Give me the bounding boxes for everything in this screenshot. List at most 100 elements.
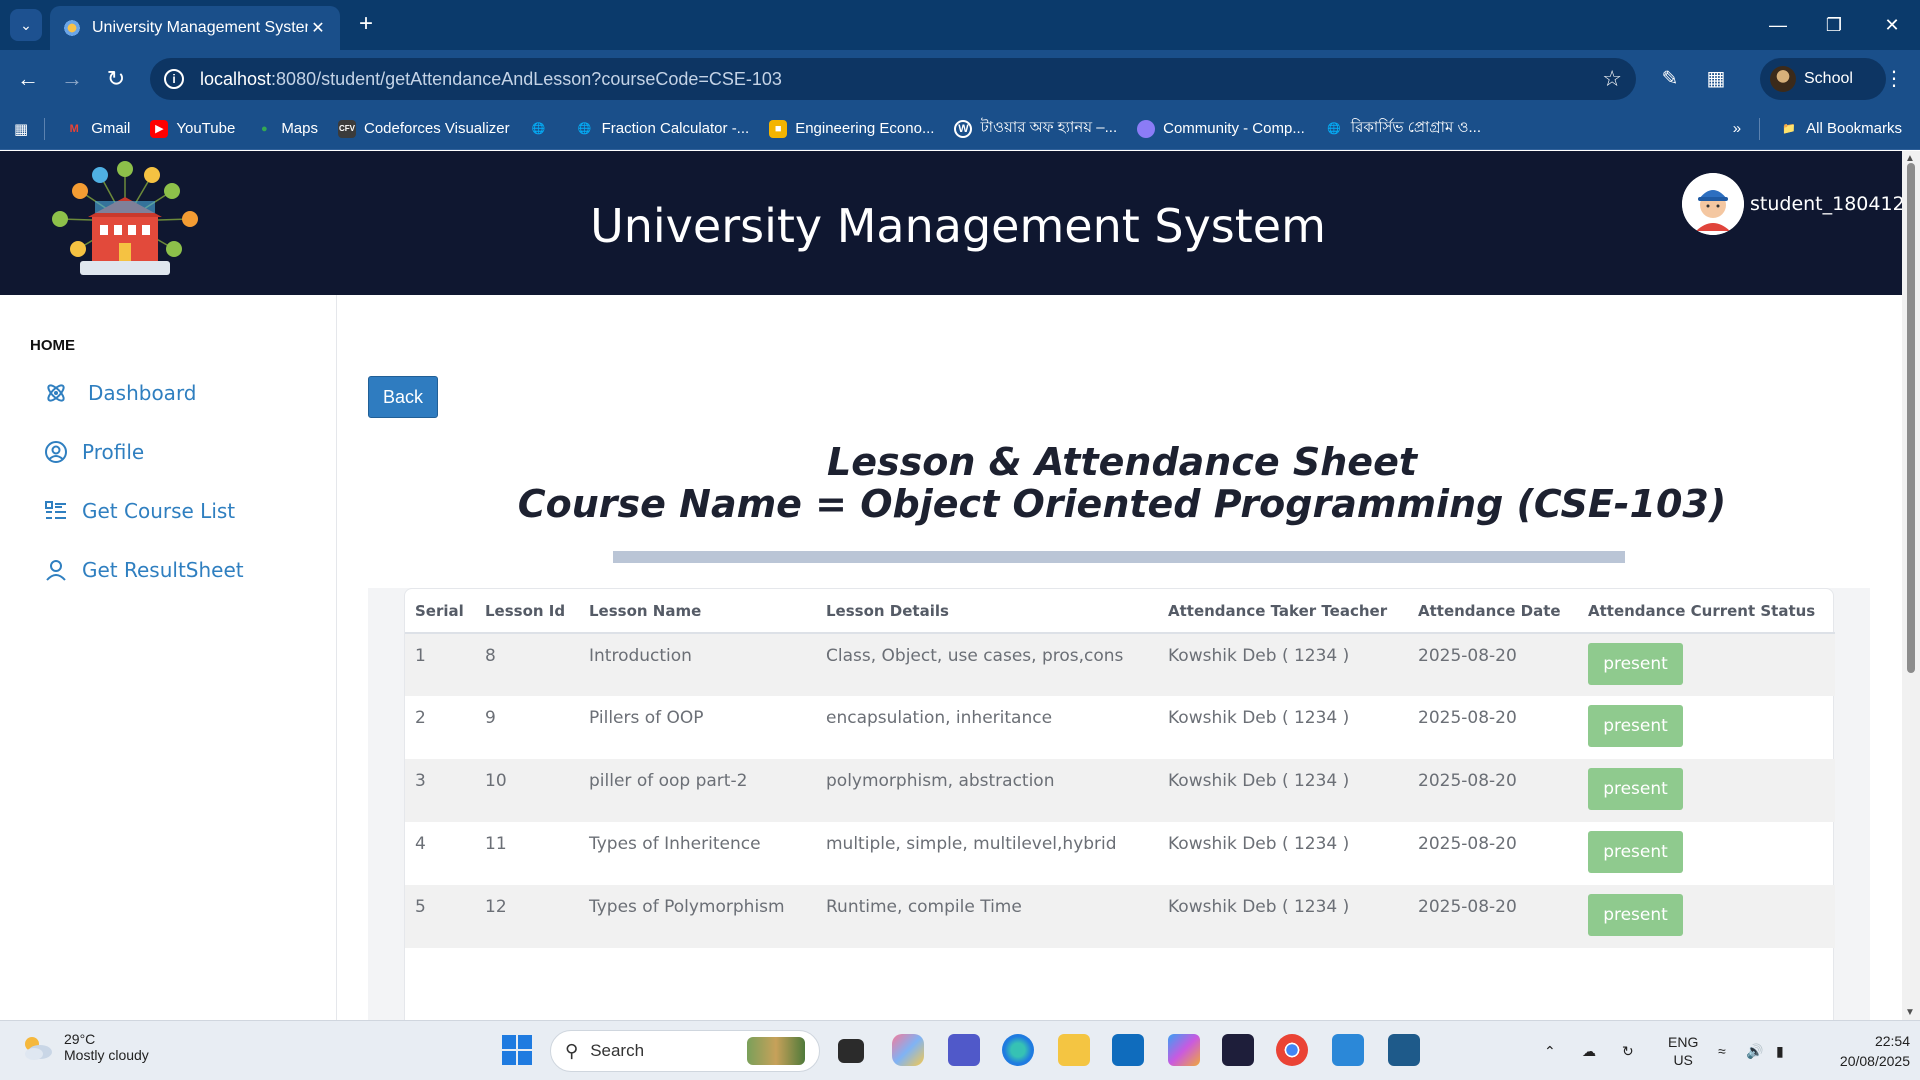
- bookmark-fraction-calculator[interactable]: 🌐 Fraction Calculator -...: [576, 120, 750, 138]
- bookmark-star-icon[interactable]: ☆: [1602, 66, 1622, 92]
- sidebar-item-dashboard[interactable]: Dashboard: [44, 381, 197, 405]
- attendance-table: Serial Lesson Id Lesson Name Lesson Deta…: [405, 589, 1835, 948]
- bookmark-community[interactable]: Community - Comp...: [1137, 119, 1305, 138]
- clock-time: 22:54: [1874, 1033, 1910, 1049]
- browser-toolbar: ← → ↻ i localhost:8080/student/getAttend…: [0, 50, 1920, 108]
- outlook-icon[interactable]: [1112, 1034, 1144, 1066]
- system-clock[interactable]: 22:54 20/08/2025: [1816, 1031, 1910, 1071]
- close-window-icon[interactable]: ✕: [1864, 0, 1920, 50]
- cell-date: 2025-08-20: [1418, 708, 1517, 728]
- windows-start-icon[interactable]: [502, 1035, 532, 1065]
- tab-close-icon[interactable]: ✕: [308, 18, 328, 38]
- bookmark-label: Community - Comp...: [1163, 120, 1305, 137]
- status-badge[interactable]: present: [1588, 768, 1683, 810]
- minimize-icon[interactable]: —: [1750, 0, 1806, 50]
- weather-temperature: 29°C: [64, 1031, 96, 1047]
- new-tab-plus-icon[interactable]: +: [352, 10, 380, 38]
- bookmark-recursive-program[interactable]: 🌐 রিকার্সিভ প্রোগ্রাম ও...: [1325, 116, 1481, 141]
- scrollbar-thumb[interactable]: [1907, 163, 1915, 673]
- volume-icon[interactable]: 🔊: [1746, 1021, 1763, 1080]
- cell-lesson-id: 12: [475, 885, 579, 948]
- chrome-icon[interactable]: [1276, 1034, 1308, 1066]
- search-icon: ⚲: [565, 1040, 579, 1061]
- cell-lesson-name: Types of Inheritence: [589, 834, 761, 854]
- cell-teacher: Kowshik Deb ( 1234 ): [1158, 633, 1408, 696]
- back-arrow-icon[interactable]: ←: [12, 63, 44, 95]
- more-bookmarks-chevron-icon[interactable]: »: [1733, 120, 1741, 137]
- cell-lesson-details: polymorphism, abstraction: [816, 759, 1158, 822]
- eyedropper-icon[interactable]: ✎: [1654, 63, 1686, 95]
- task-view-icon[interactable]: [838, 1039, 864, 1063]
- sidebar-item-label: Profile: [82, 440, 145, 464]
- input-language[interactable]: ENG US: [1668, 1021, 1698, 1080]
- taskbar-search[interactable]: ⚲ Search: [550, 1030, 820, 1072]
- wifi-icon[interactable]: ≈: [1718, 1021, 1726, 1080]
- intellij-icon[interactable]: [1222, 1034, 1254, 1066]
- forward-arrow-icon[interactable]: →: [56, 63, 88, 95]
- cell-lesson-details: multiple, simple, multilevel,hybrid: [826, 834, 1117, 854]
- bookmark-youtube[interactable]: ▶ YouTube: [150, 119, 235, 138]
- maps-pin-icon: ●: [260, 122, 268, 135]
- sync-icon[interactable]: ↻: [1622, 1021, 1634, 1080]
- back-button[interactable]: Back: [368, 376, 438, 418]
- page-scrollbar[interactable]: ▲ ▼: [1902, 151, 1920, 1020]
- youtube-icon: ▶: [150, 119, 169, 138]
- region-label: US: [1673, 1052, 1693, 1068]
- bookmark-label: Gmail: [91, 120, 131, 137]
- username: student_1804120: [1750, 193, 1902, 215]
- cfv-icon: CFV: [338, 119, 356, 138]
- status-badge[interactable]: present: [1588, 705, 1683, 747]
- edge-icon[interactable]: [1002, 1034, 1034, 1066]
- list-icon: [45, 501, 66, 519]
- sidebar-item-course-list[interactable]: Get Course List: [44, 499, 235, 523]
- folder-icon: 📁: [1782, 123, 1796, 135]
- status-badge[interactable]: present: [1588, 643, 1683, 685]
- restore-icon[interactable]: ❐: [1806, 0, 1862, 50]
- file-explorer-icon[interactable]: [1058, 1034, 1090, 1066]
- sheet-title-line1: Lesson & Attendance Sheet: [826, 440, 1418, 484]
- address-bar[interactable]: i localhost:8080/student/getAttendanceAn…: [150, 58, 1636, 100]
- cell-serial: 5: [405, 885, 475, 948]
- clock-date: 20/08/2025: [1839, 1053, 1910, 1069]
- photos-icon[interactable]: [1332, 1034, 1364, 1066]
- weather-widget[interactable]: 29°C Mostly cloudy: [20, 1031, 149, 1063]
- user-circle-icon: [45, 441, 67, 463]
- active-tab[interactable]: University Management System ✕: [50, 6, 340, 50]
- mysql-workbench-icon[interactable]: [1388, 1034, 1420, 1066]
- bookmark-tower-of-hanoi[interactable]: W টাওয়ার অফ হ্যানয় –...: [954, 116, 1117, 141]
- bookmark-label: Codeforces Visualizer: [364, 120, 510, 137]
- title-divider: [613, 551, 1625, 563]
- extensions-puzzle-icon[interactable]: ▦: [1700, 63, 1732, 95]
- sidebar-item-profile[interactable]: Profile: [44, 440, 144, 464]
- cell-lesson-details: encapsulation, inheritance: [826, 708, 1053, 728]
- bookmarks-bar: ▦ M Gmail ▶ YouTube ● Maps CFV Codeforces Vi…: [0, 108, 1920, 150]
- bookmark-gmail[interactable]: M Gmail: [65, 120, 131, 138]
- battery-icon[interactable]: ▮: [1776, 1021, 1784, 1080]
- sidebar-item-resultsheet[interactable]: Get ResultSheet: [44, 558, 244, 582]
- onedrive-icon[interactable]: ☁: [1582, 1021, 1596, 1080]
- teams-icon[interactable]: [948, 1034, 980, 1066]
- tray-overflow-chevron-icon[interactable]: ⌃: [1544, 1021, 1556, 1080]
- site-info-icon[interactable]: i: [164, 69, 184, 89]
- status-badge[interactable]: present: [1588, 831, 1683, 873]
- user-menu[interactable]: student_1804120: [1682, 173, 1902, 235]
- reload-icon[interactable]: ↻: [100, 63, 132, 95]
- cell-lesson-id: 8: [475, 633, 579, 696]
- profile-chip[interactable]: School: [1760, 58, 1886, 100]
- bookmark-codeforces[interactable]: CFV Codeforces Visualizer: [338, 119, 510, 138]
- all-bookmarks[interactable]: 📁 All Bookmarks: [1780, 120, 1902, 138]
- bookmark-label: Fraction Calculator -...: [601, 120, 750, 137]
- bookmark-engineering-econo[interactable]: ■ Engineering Econo...: [769, 119, 934, 138]
- menu-kebab-icon[interactable]: ⋮: [1878, 63, 1910, 95]
- cell-date: 2025-08-20: [1418, 834, 1517, 854]
- tab-list-chevron-icon[interactable]: ⌄: [10, 9, 42, 41]
- bookmark-maps[interactable]: ● Maps: [255, 120, 318, 138]
- m365-icon[interactable]: [1168, 1034, 1200, 1066]
- copilot-icon[interactable]: [892, 1034, 924, 1066]
- cell-serial: 3: [405, 759, 475, 822]
- cell-status: present: [1578, 822, 1835, 885]
- bookmark-globe[interactable]: 🌐: [530, 120, 556, 138]
- scroll-down-arrow-icon[interactable]: ▼: [1905, 1007, 1915, 1018]
- status-badge[interactable]: present: [1588, 894, 1683, 936]
- apps-grid-icon[interactable]: ▦: [14, 120, 28, 138]
